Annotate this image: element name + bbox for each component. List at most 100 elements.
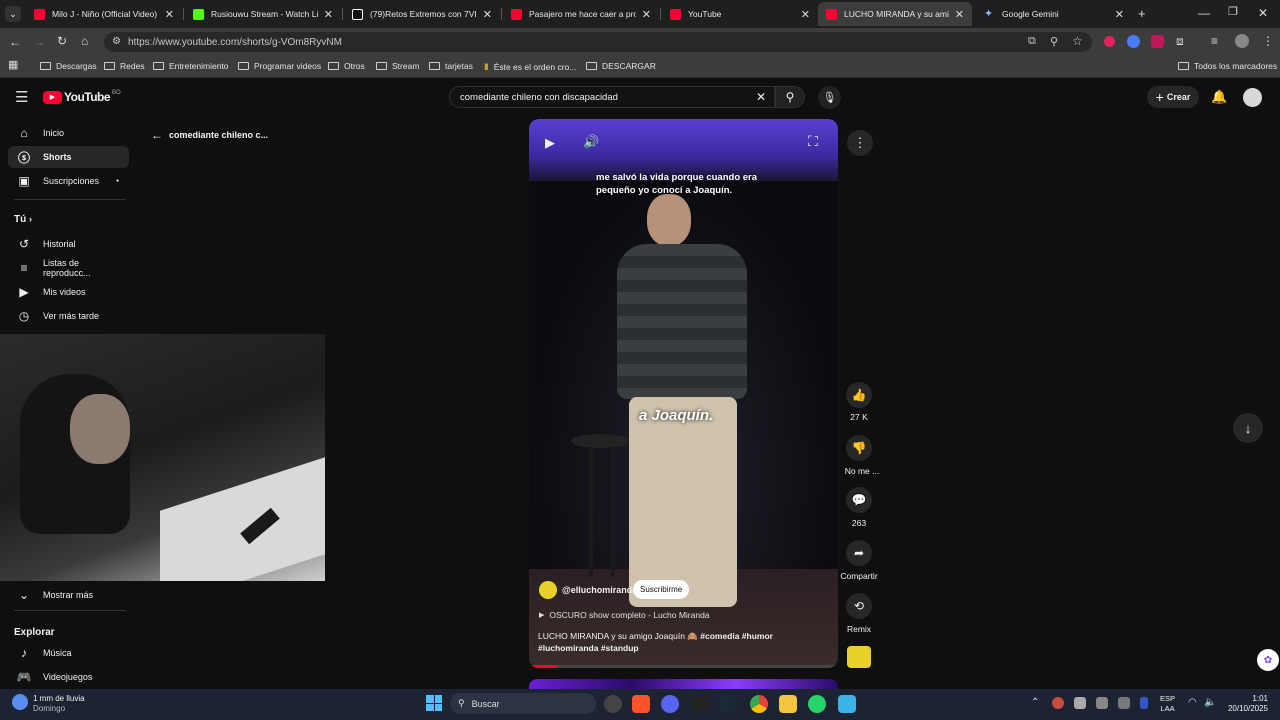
taskbar-app-epic[interactable] — [690, 695, 708, 713]
taskbar-app-brave[interactable] — [632, 695, 650, 713]
browser-tab[interactable]: Rusiouwu Stream - Watch Live ✕ — [185, 2, 341, 26]
tray-app-icon[interactable] — [1052, 697, 1064, 709]
tray-app-icon[interactable] — [1074, 697, 1086, 709]
sidebar-item-shorts[interactable]: ⓢ Shorts — [8, 146, 129, 168]
home-icon[interactable]: ⌂ — [81, 35, 88, 47]
bookmark-folder[interactable]: Redes — [104, 61, 145, 71]
channel-name[interactable]: @elluchomiranda — [562, 585, 637, 595]
browser-tab[interactable]: Pasajero me hace caer a propó ✕ — [503, 2, 659, 26]
taskbar-app-other[interactable] — [838, 695, 856, 713]
next-short-button[interactable]: ↓ — [1233, 413, 1263, 443]
account-avatar[interactable] — [1243, 88, 1262, 107]
sidebar-item-historial[interactable]: ↺ Historial — [8, 233, 129, 255]
notifications-bell-icon[interactable]: 🔔 — [1211, 90, 1227, 103]
taskbar-app-whatsapp[interactable] — [808, 695, 826, 713]
clock[interactable]: 1:01 20/10/2025 — [1222, 694, 1268, 714]
sidebar-item-suscripciones[interactable]: ▣ Suscripciones ● — [8, 170, 129, 192]
sidebar-item-videojuegos[interactable]: 🎮 Videojuegos — [8, 666, 129, 688]
minimize-icon[interactable]: — — [1198, 7, 1210, 19]
bookmark-folder[interactable]: Programar videos — [238, 61, 321, 71]
close-tab-icon[interactable]: ✕ — [955, 8, 964, 21]
play-icon[interactable]: ▶ — [545, 135, 555, 151]
taskbar-app-discord[interactable] — [661, 695, 679, 713]
browser-tab[interactable]: (79)Retos Extremos con 7VIP Fi ✕ — [344, 2, 500, 26]
new-tab-icon[interactable]: + — [1138, 7, 1146, 20]
bookmark-star-icon[interactable]: ☆ — [1072, 34, 1083, 48]
bookmark-folder[interactable]: Otros — [328, 61, 365, 71]
all-bookmarks[interactable]: Todos los marcadores — [1178, 61, 1277, 71]
sidebar-item-mis-videos[interactable]: ▶ Mis videos — [8, 281, 129, 303]
sidebar-item-ver-mas-tarde[interactable]: ◷ Ver más tarde — [8, 305, 129, 327]
back-icon[interactable]: ← — [9, 36, 21, 48]
tab-search-button[interactable]: ⌄ — [5, 6, 21, 22]
taskbar-app-explorer[interactable] — [779, 695, 797, 713]
tray-app-icon[interactable] — [1118, 697, 1130, 709]
browser-tab[interactable]: Milo J - Niño (Official Video) - Y ✕ — [26, 2, 182, 26]
menu-kebab-icon[interactable]: ⋮ — [1262, 35, 1274, 47]
translate-extension-icon[interactable] — [1127, 35, 1140, 48]
like-button[interactable]: 👍 — [846, 382, 872, 408]
tray-chevron-up-icon[interactable]: ⌃ — [1031, 697, 1039, 708]
comments-button[interactable]: 💬 — [846, 487, 872, 513]
tray-mic-icon[interactable] — [1140, 697, 1148, 709]
close-tab-icon[interactable]: ✕ — [1115, 8, 1124, 21]
sound-thumbnail[interactable] — [847, 646, 871, 668]
close-tab-icon[interactable]: ✕ — [165, 8, 174, 21]
dislike-button[interactable]: 👎 — [846, 435, 872, 461]
subscribe-button[interactable]: Suscribirme — [633, 580, 690, 599]
close-tab-icon[interactable]: ✕ — [483, 8, 492, 21]
address-bar[interactable]: ⚙ https://www.youtube.com/shorts/g-VOm8R… — [104, 32, 1092, 52]
reload-icon[interactable]: ↻ — [57, 35, 67, 47]
apps-grid-icon[interactable]: ▦ — [8, 60, 18, 71]
fullscreen-icon[interactable]: ⛶ — [808, 133, 818, 150]
browser-tab[interactable]: YouTube ✕ — [662, 2, 818, 26]
sidebar-item-listas[interactable]: ≡ Listas de reproducc... — [8, 257, 129, 279]
browser-tab-active[interactable]: LUCHO MIRANDA y su amigo J ✕ — [818, 2, 972, 26]
extension-icon[interactable] — [1151, 35, 1164, 48]
close-tab-icon[interactable]: ✕ — [642, 8, 651, 21]
remix-button[interactable]: ⟲ — [846, 593, 872, 619]
volume-icon[interactable]: 🔊 — [583, 134, 599, 150]
bookmark-folder[interactable]: Entretenimiento — [153, 61, 229, 71]
zoom-icon[interactable]: ⚲ — [1050, 35, 1058, 48]
bookmark-link[interactable]: ▮ Éste es el orden cro... — [484, 61, 576, 72]
bookmark-folder[interactable]: tarjetas — [429, 61, 473, 71]
wifi-icon[interactable]: ◠ — [1188, 697, 1197, 708]
voice-search-button[interactable]: 🎙 — [818, 86, 841, 109]
bookmark-folder[interactable]: DESCARGAR — [586, 61, 656, 71]
speaker-icon[interactable]: 🔈 — [1204, 697, 1216, 708]
sidebar-item-musica[interactable]: ♪ Música — [8, 642, 129, 664]
progress-bar[interactable] — [529, 665, 838, 668]
weather-icon[interactable] — [12, 694, 28, 710]
you-section-header[interactable]: Tú › — [14, 214, 32, 225]
install-app-icon[interactable]: ⧉ — [1028, 35, 1036, 48]
more-options-button[interactable]: ⋮ — [847, 130, 873, 156]
share-button[interactable]: ➦ — [846, 540, 872, 566]
search-results-back[interactable]: ← comediante chileno c... — [151, 128, 268, 142]
close-tab-icon[interactable]: ✕ — [801, 8, 810, 21]
taskbar-search[interactable]: ⚲ Buscar — [450, 693, 596, 714]
short-video-player[interactable]: ▶ 🔊 ⛶ me salvó la vida porque cuando era… — [529, 119, 838, 668]
taskbar-app-chatgpt[interactable] — [604, 695, 622, 713]
close-window-icon[interactable]: ✕ — [1258, 7, 1268, 19]
playlist-link[interactable]: ▶ OSCURO show completo - Lucho Miranda — [539, 610, 710, 620]
windows-start-icon[interactable] — [426, 695, 442, 711]
show-more-button[interactable]: ⌄ Mostrar más — [8, 584, 129, 606]
site-info-icon[interactable]: ⚙ — [112, 36, 121, 47]
search-input[interactable]: comediante chileno con discapacidad ✕ — [449, 86, 775, 108]
next-short-preview[interactable] — [529, 679, 838, 689]
language-indicator[interactable]: ESP LAA — [1160, 694, 1175, 714]
sidebar-item-inicio[interactable]: ⌂ Inicio — [8, 122, 129, 144]
clear-search-icon[interactable]: ✕ — [756, 90, 766, 104]
weather-widget[interactable]: 1 mm de lluvia Domingo — [33, 694, 85, 714]
extensions-puzzle-icon[interactable]: ⧈ — [1176, 35, 1184, 47]
browser-tab[interactable]: ✦ Google Gemini ✕ — [976, 2, 1132, 26]
youtube-logo[interactable]: ▶ YouTube BO — [43, 90, 121, 104]
restore-icon[interactable]: ❐ — [1228, 7, 1238, 18]
taskbar-app-steam[interactable] — [718, 695, 736, 713]
bookmark-folder[interactable]: Stream — [376, 61, 419, 71]
extension-floating-icon[interactable]: ✿ — [1257, 649, 1279, 671]
forward-icon[interactable]: → — [33, 36, 45, 48]
media-controls-icon[interactable]: ≡ — [1211, 35, 1218, 47]
bookmark-folder[interactable]: Descargas — [40, 61, 97, 71]
